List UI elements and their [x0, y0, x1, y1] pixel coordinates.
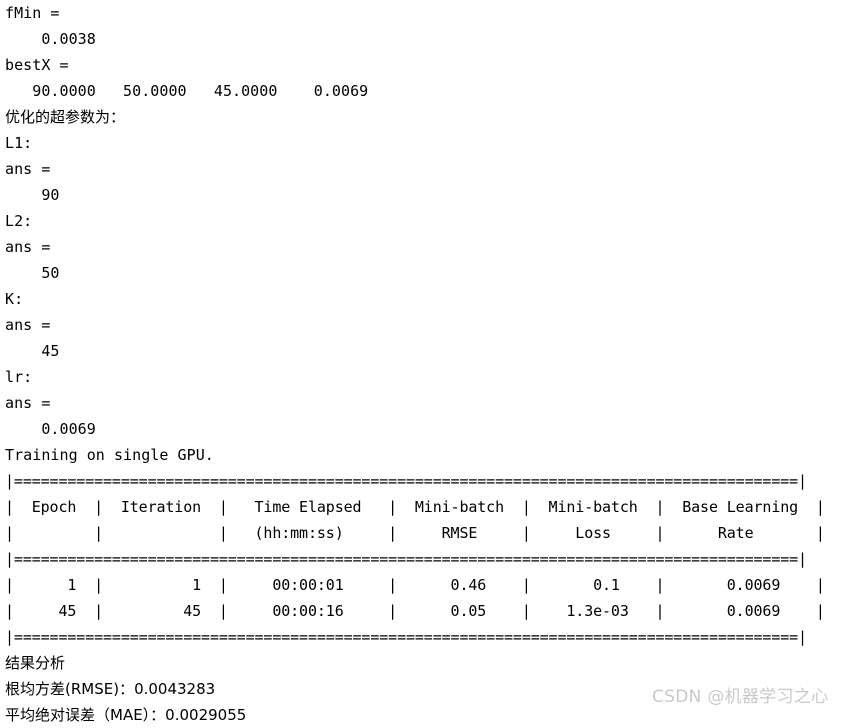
console-line-training-device: Training on single GPU.: [5, 446, 214, 464]
console-line-fmin-value: 0.0038: [5, 30, 96, 48]
console-line-param-lr-name: lr:: [5, 368, 33, 386]
console-line-table-row-2: | 45 | 45 | 00:00:16 | 0.05 | 1.3e-03 | …: [5, 602, 825, 620]
console-line-param-k-ans: ans =: [5, 316, 51, 334]
console-line-table-row-1: | 1 | 1 | 00:00:01 | 0.46 | 0.1 | 0.0069…: [5, 576, 825, 594]
console-line-results-title: 结果分析: [5, 654, 66, 672]
console-line-table-rule-mid: |=======================================…: [5, 550, 807, 568]
console-line-param-k-value: 45: [5, 342, 60, 360]
console-line-param-l2-value: 50: [5, 264, 60, 282]
matlab-console-output[interactable]: fMin = 0.0038 bestX = 90.0000 50.0000 45.…: [0, 0, 861, 728]
console-line-table-rule-top: |=======================================…: [5, 472, 807, 490]
console-line-param-l1-name: L1:: [5, 134, 33, 152]
console-line-table-header-1: | Epoch | Iteration | Time Elapsed | Min…: [5, 498, 825, 516]
console-line-param-l1-ans: ans =: [5, 160, 51, 178]
console-line-bestx-label: bestX =: [5, 56, 69, 74]
console-line-table-header-2: | | | (hh:mm:ss) | RMSE | Loss | Rate |: [5, 524, 825, 542]
console-line-hyperparams-title: 优化的超参数为：: [5, 108, 126, 126]
csdn-watermark: CSDN @机器学习之心: [652, 687, 829, 707]
console-line-param-l2-ans: ans =: [5, 238, 51, 256]
console-line-param-lr-value: 0.0069: [5, 420, 96, 438]
console-line-param-lr-ans: ans =: [5, 394, 51, 412]
console-line-table-rule-bottom: |=======================================…: [5, 628, 807, 646]
console-line-fmin-label: fMin =: [5, 4, 60, 22]
console-line-param-l2-name: L2:: [5, 212, 33, 230]
console-line-param-k-name: K:: [5, 290, 24, 308]
console-line-bestx-values: 90.0000 50.0000 45.0000 0.0069: [5, 82, 369, 100]
console-line-param-l1-value: 90: [5, 186, 60, 204]
